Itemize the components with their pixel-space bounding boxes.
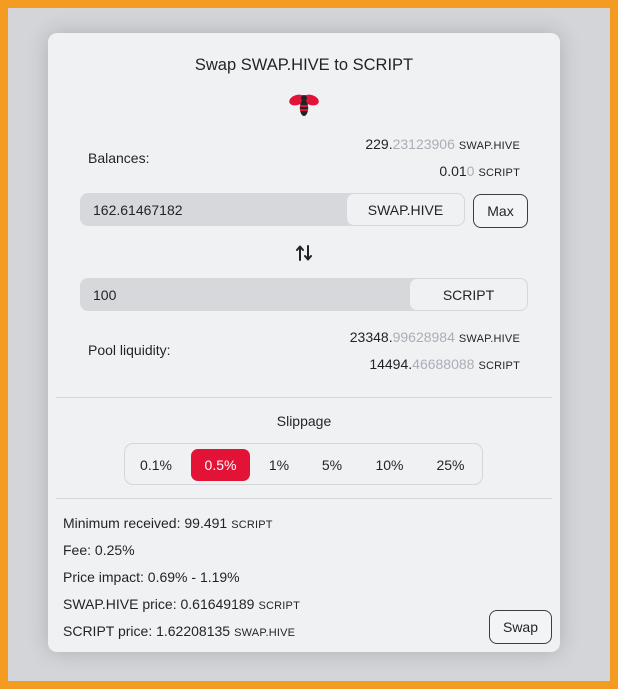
fee-text: Fee: 0.25% [63, 542, 135, 558]
from-amount-group: SWAP.HIVE [80, 193, 465, 226]
max-button[interactable]: Max [473, 194, 528, 228]
swap-arrows-icon[interactable] [295, 244, 313, 262]
to-amount-group: SCRIPT [80, 278, 528, 311]
from-token-button[interactable]: SWAP.HIVE [346, 193, 465, 226]
swap-button[interactable]: Swap [489, 610, 552, 644]
slippage-option-0-5[interactable]: 0.5% [191, 449, 250, 481]
minimum-received: Minimum received: 99.491 SCRIPT [63, 515, 273, 531]
balances-label: Balances: [88, 150, 150, 166]
balance-from: 229.23123906 SWAP.HIVE [365, 136, 520, 152]
slippage-option-0-1[interactable]: 0.1% [128, 449, 184, 481]
hive-bee-icon [289, 94, 319, 116]
slippage-option-10[interactable]: 10% [362, 449, 417, 481]
slippage-option-1[interactable]: 1% [254, 449, 304, 481]
balance-to: 0.010 SCRIPT [439, 163, 520, 179]
swap-card: Swap SWAP.HIVE to SCRIPT Balances: 229.2… [48, 33, 560, 652]
to-amount-input[interactable] [81, 279, 403, 310]
divider [56, 498, 552, 499]
to-token-price: SCRIPT price: 1.62208135 SWAP.HIVE [63, 623, 296, 639]
pool-liquidity-b: 14494.46688088 SCRIPT [369, 356, 520, 372]
from-amount-input[interactable] [81, 194, 353, 225]
slippage-options: 0.1% 0.5% 1% 5% 10% 25% [124, 443, 483, 485]
swap-title: Swap SWAP.HIVE to SCRIPT [194, 56, 414, 74]
slippage-option-5[interactable]: 5% [307, 449, 357, 481]
slippage-label: Slippage [276, 413, 332, 429]
to-token-button[interactable]: SCRIPT [409, 278, 528, 311]
pool-liquidity-label: Pool liquidity: [88, 342, 171, 358]
pool-liquidity-a: 23348.99628984 SWAP.HIVE [349, 329, 520, 345]
from-token-price: SWAP.HIVE price: 0.61649189 SCRIPT [63, 596, 300, 612]
slippage-option-25[interactable]: 25% [421, 449, 480, 481]
price-impact: Price impact: 0.69% - 1.19% [63, 569, 240, 585]
divider [56, 397, 552, 398]
